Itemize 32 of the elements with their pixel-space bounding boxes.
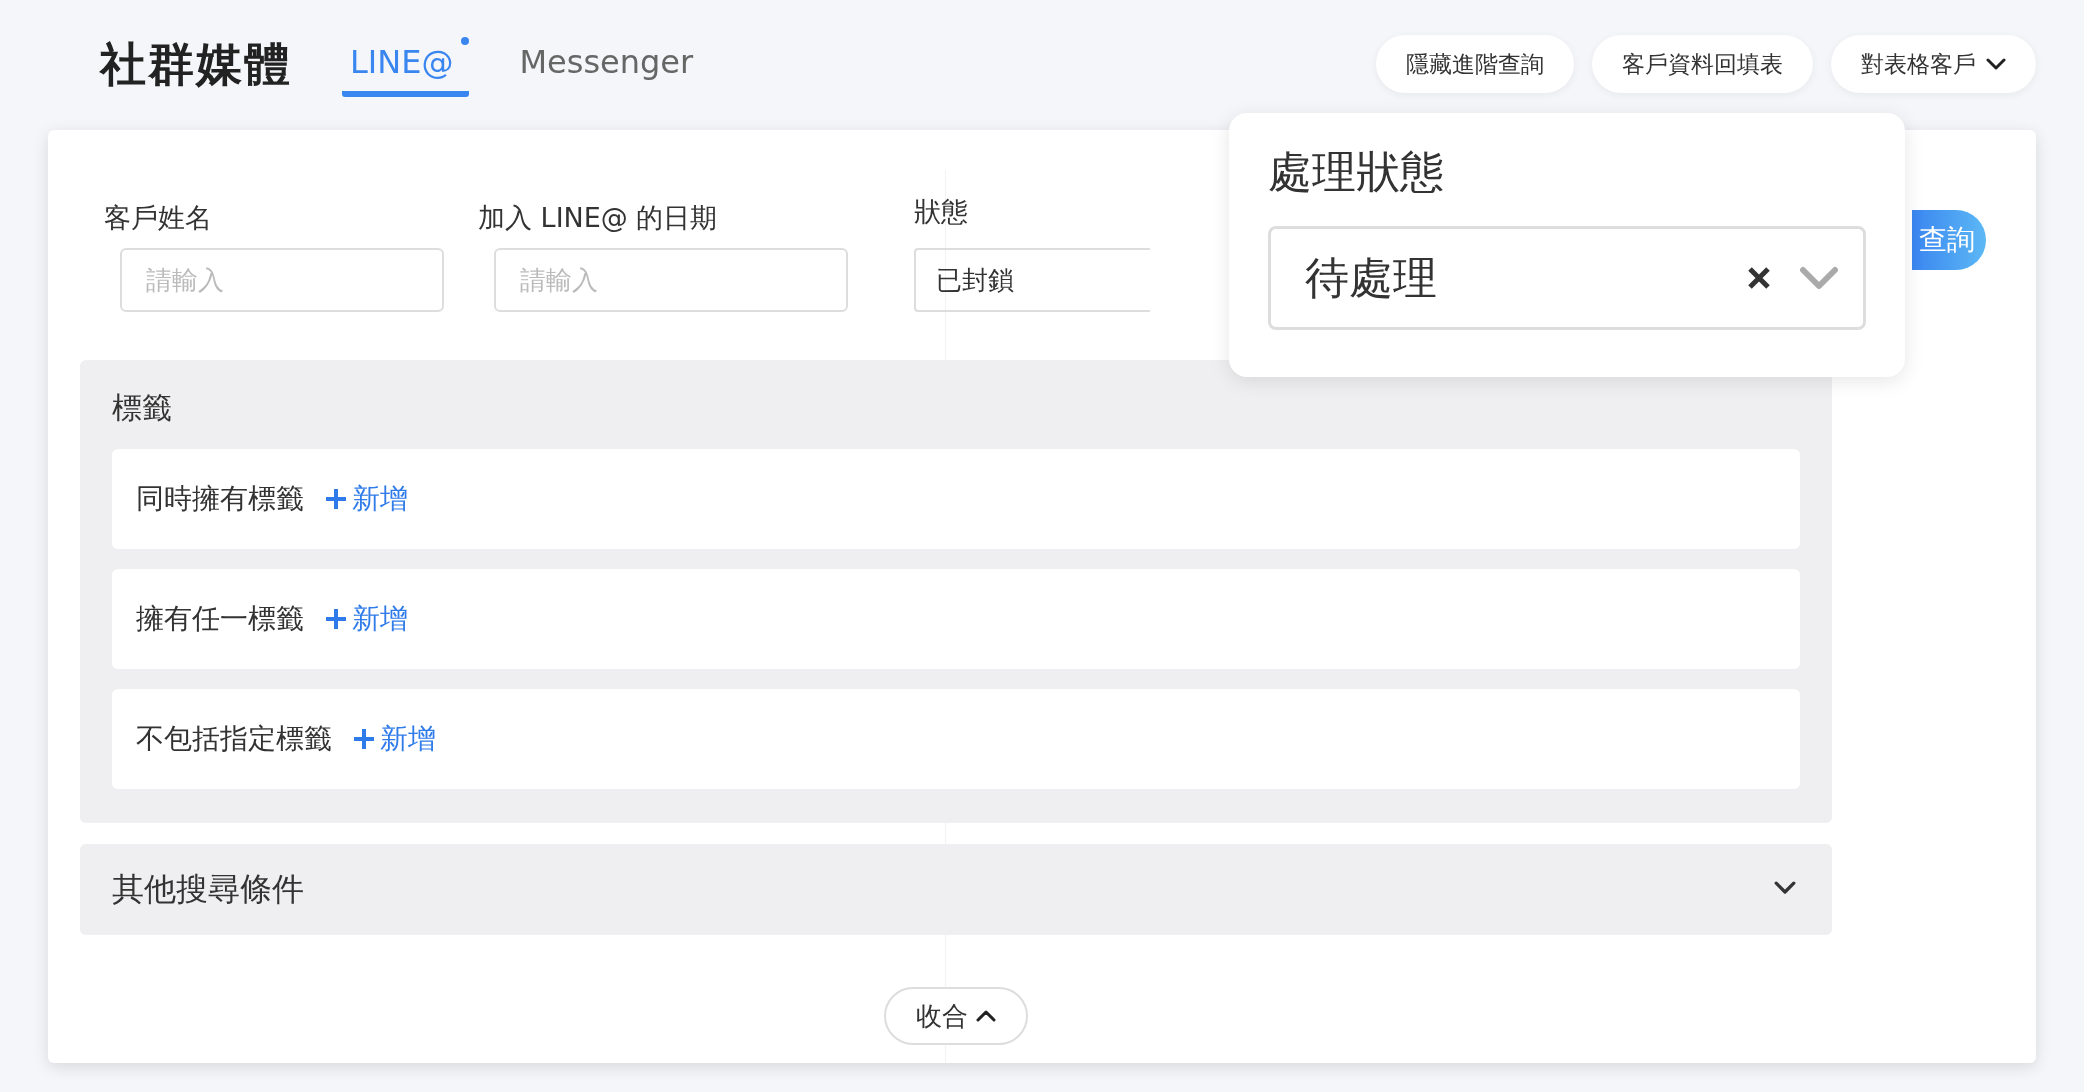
row-label: 同時擁有標籤 <box>136 481 304 517</box>
header-button[interactable]: 客戶資料回填表 <box>1592 35 1813 93</box>
add-link[interactable]: 新增 <box>324 600 408 638</box>
header-button[interactable]: 隱藏進階查詢 <box>1376 35 1574 93</box>
page-title: 社群媒體 <box>100 36 292 93</box>
add-link[interactable]: 新增 <box>352 720 436 758</box>
plus-icon <box>324 487 348 511</box>
status-select[interactable]: 待處理 <box>1268 226 1866 330</box>
plus-icon <box>352 727 376 751</box>
chevron-down-icon <box>1799 266 1839 290</box>
row-label: 擁有任一標籤 <box>136 601 304 637</box>
input-field[interactable]: 請輸入 <box>120 248 444 312</box>
field-label: 狀態 <box>914 195 969 229</box>
row-label: 不包括指定標籤 <box>136 721 332 757</box>
plus-icon <box>324 607 348 631</box>
status-select[interactable]: 已封鎖 <box>914 248 1150 312</box>
field-label: 客戶姓名 <box>104 201 213 235</box>
section-title: 其他搜尋條件 <box>112 868 304 910</box>
close-icon <box>1747 266 1771 290</box>
input-field[interactable]: 請輸入 <box>494 248 848 312</box>
section-title: 標籤 <box>112 389 173 427</box>
clear-button[interactable] <box>1747 266 1771 290</box>
dropdown-button[interactable]: 對表格客戶 <box>1831 35 2036 93</box>
chevron-up-icon <box>976 1010 996 1022</box>
add-link[interactable]: 新增 <box>324 480 408 518</box>
chevron-down-icon <box>1774 881 1796 895</box>
tab[interactable]: Messenger <box>511 33 710 97</box>
field-label: 加入 LINE@ 的日期 <box>478 201 719 235</box>
chevron-down-icon <box>1986 58 2006 70</box>
collapse-button[interactable]: 收合 <box>884 987 1028 1045</box>
popup-title: 處理狀態 <box>1268 145 1445 199</box>
selected-value: 待處理 <box>1305 250 1438 305</box>
